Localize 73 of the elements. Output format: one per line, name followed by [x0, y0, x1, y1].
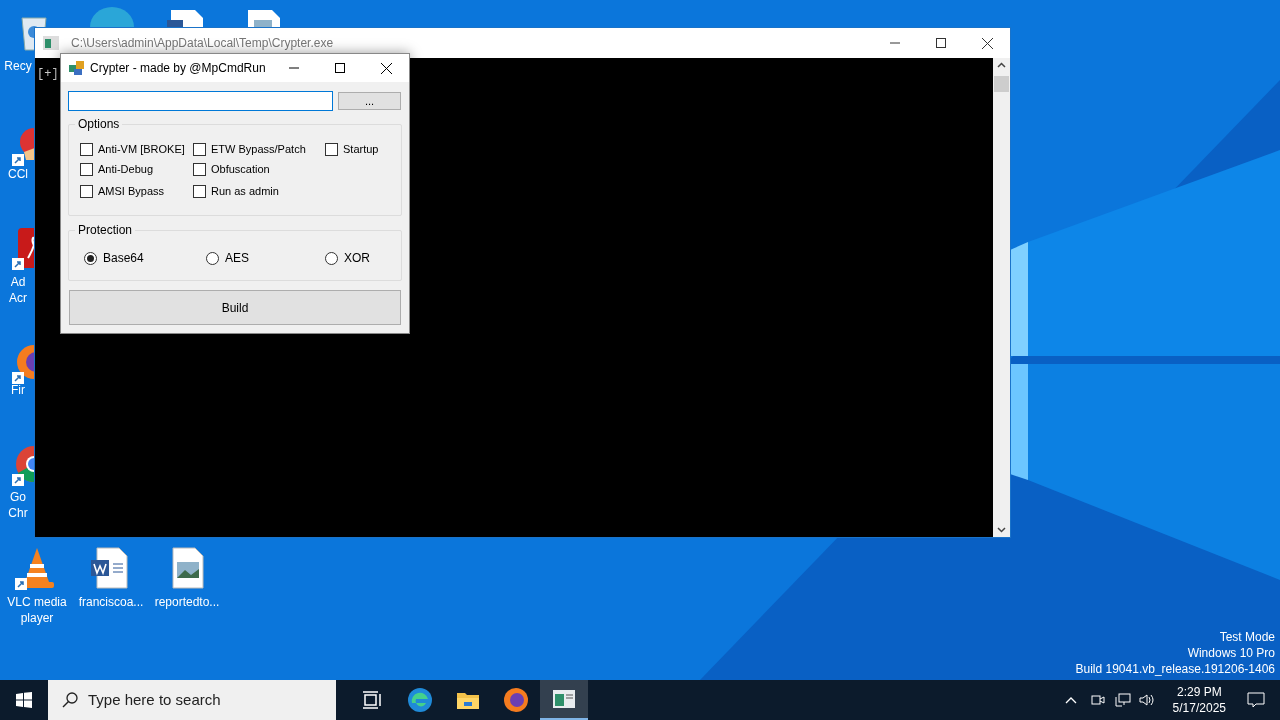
desktop-icon-label[interactable]: VLC media player [7, 594, 67, 626]
os-watermark-text: Test Mode [1219, 629, 1275, 645]
window-title: Crypter - made by @MpCmdRun [90, 60, 266, 77]
edge-browser-icon [407, 687, 433, 713]
desktop-icon-label[interactable]: CCl [3, 166, 33, 182]
checkbox[interactable] [80, 142, 93, 156]
taskbar-app-button[interactable] [540, 680, 588, 720]
checkbox[interactable] [193, 184, 206, 198]
radio-option[interactable]: Base64 [84, 249, 144, 267]
console-output: [+] [37, 66, 59, 83]
build-button[interactable]: Build [69, 290, 401, 325]
camera-icon[interactable] [1090, 693, 1105, 707]
radio-option[interactable]: XOR [325, 249, 370, 267]
group-label: Options [75, 117, 123, 131]
checkbox[interactable] [80, 184, 93, 198]
maximize-icon [335, 63, 345, 73]
clock[interactable]: 2:29 PM 5/17/2025 [1166, 684, 1232, 716]
shortcut-arrow-icon [12, 474, 24, 486]
scrollbar-thumb[interactable] [994, 76, 1009, 92]
desktop-icon-label[interactable]: Go Chr [3, 489, 33, 521]
group-label: Protection [75, 223, 136, 237]
desktop-icon-label[interactable]: Recy [3, 58, 33, 74]
checkbox-option[interactable]: Anti-VM [BROKE] [80, 141, 185, 158]
clock-time: 2:29 PM [1176, 684, 1222, 700]
clock-date: 5/17/2025 [1172, 700, 1226, 716]
checkbox[interactable] [80, 162, 93, 176]
checkbox[interactable] [193, 142, 206, 156]
volume-icon[interactable] [1138, 693, 1155, 707]
folder-icon [456, 690, 480, 710]
shortcut-arrow-icon [12, 258, 24, 270]
search-icon [62, 692, 78, 708]
checkbox-option[interactable]: ETW Bypass/Patch [193, 141, 306, 158]
checkbox-option[interactable]: Run as admin [193, 183, 279, 200]
shortcut-arrow-icon [12, 154, 24, 166]
browser-icon [88, 6, 136, 27]
browser-icon [503, 687, 529, 713]
desktop-icon-label[interactable]: Ad Acr [3, 274, 33, 306]
shortcut-arrow-icon [12, 372, 24, 384]
notification-icon[interactable] [1247, 692, 1265, 708]
network-icon[interactable] [1114, 693, 1131, 707]
close-icon [981, 37, 993, 49]
shortcut-arrow-icon [15, 578, 27, 590]
checkbox-option[interactable]: AMSI Bypass [80, 183, 165, 200]
radio-button[interactable] [206, 251, 219, 265]
search-field[interactable]: Type here to search [48, 680, 336, 720]
scroll-down-icon[interactable] [997, 527, 1006, 533]
windows-logo-icon [16, 692, 32, 708]
task-view-icon [362, 691, 382, 709]
desktop-icon-label[interactable]: franciscoa... [78, 594, 144, 610]
app-icon [69, 61, 84, 75]
console-app-icon [43, 36, 59, 50]
application-window-icon [552, 689, 576, 709]
radio-option[interactable]: AES [206, 249, 249, 267]
checkbox[interactable] [193, 162, 206, 176]
file-path-field[interactable] [68, 91, 333, 111]
chevron-up-icon[interactable] [1064, 696, 1077, 704]
scrollbar[interactable] [993, 58, 1010, 537]
os-watermark-text: Windows 10 Pro [1187, 645, 1275, 661]
browse-button[interactable]: ... [338, 92, 401, 110]
scroll-up-icon[interactable] [997, 62, 1006, 68]
desktop-icon-label[interactable]: Fir [3, 382, 33, 398]
window-title: C:\Users\admin\AppData\Local\Temp\Crypter.exe [71, 35, 334, 52]
radio-button[interactable] [325, 251, 338, 265]
search-placeholder: Type here to search [88, 689, 221, 710]
checkbox-option[interactable]: Obfuscation [193, 161, 270, 178]
checkbox-option[interactable]: Anti-Debug [80, 161, 154, 178]
maximize-icon [936, 38, 946, 48]
checkbox[interactable] [325, 142, 338, 156]
checkbox-option[interactable]: Startup [325, 141, 379, 158]
radio-button[interactable] [84, 251, 97, 265]
close-icon [380, 62, 392, 74]
desktop-icon-label[interactable]: reportedto... [154, 594, 220, 610]
os-watermark-text: Build 19041.vb_release.191206-1406 [1075, 661, 1275, 677]
